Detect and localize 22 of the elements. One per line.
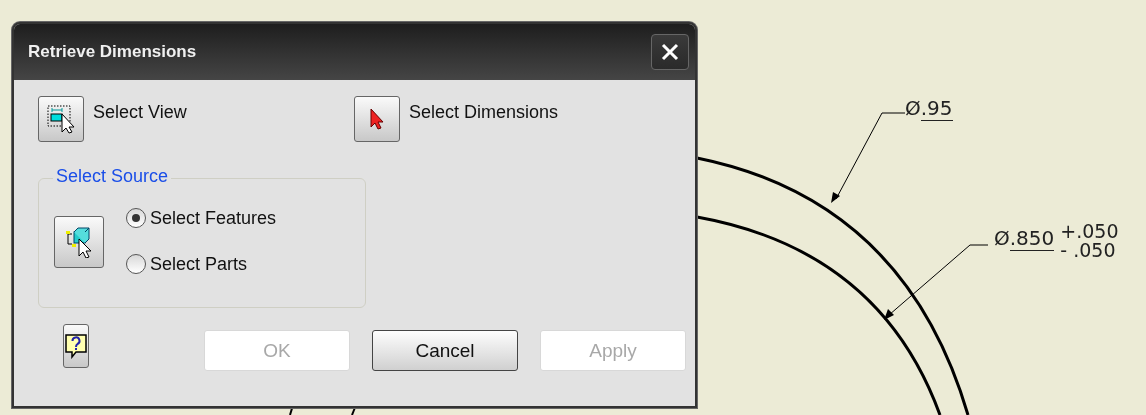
cube-cursor-icon xyxy=(64,226,94,258)
tolerance-value: +.050 xyxy=(1060,222,1119,241)
select-source-button[interactable] xyxy=(54,216,104,268)
tool-button[interactable] xyxy=(38,96,84,142)
diameter-symbol: Ø xyxy=(994,226,1010,250)
dimension-value: .95 xyxy=(920,94,953,121)
close-button[interactable] xyxy=(651,34,689,70)
radio-option[interactable]: Select Parts xyxy=(126,253,277,275)
tolerance-value: - .050 xyxy=(1060,241,1117,260)
view-cursor-icon xyxy=(46,104,76,134)
tool-button[interactable] xyxy=(354,96,400,142)
tool-label: Select View xyxy=(93,102,187,123)
window-title: Retrieve Dimensions xyxy=(28,42,197,62)
diameter-symbol: Ø xyxy=(905,96,921,120)
dimension-value: .850 xyxy=(1009,224,1055,251)
close-icon xyxy=(661,43,679,61)
radio-option[interactable]: Select Features xyxy=(126,207,277,229)
help-icon xyxy=(64,333,88,359)
dialog-button[interactable]: Cancel xyxy=(372,330,518,371)
cursor-icon xyxy=(367,107,387,131)
tool-label: Select Dimensions xyxy=(409,102,559,123)
help-button[interactable] xyxy=(63,324,89,368)
